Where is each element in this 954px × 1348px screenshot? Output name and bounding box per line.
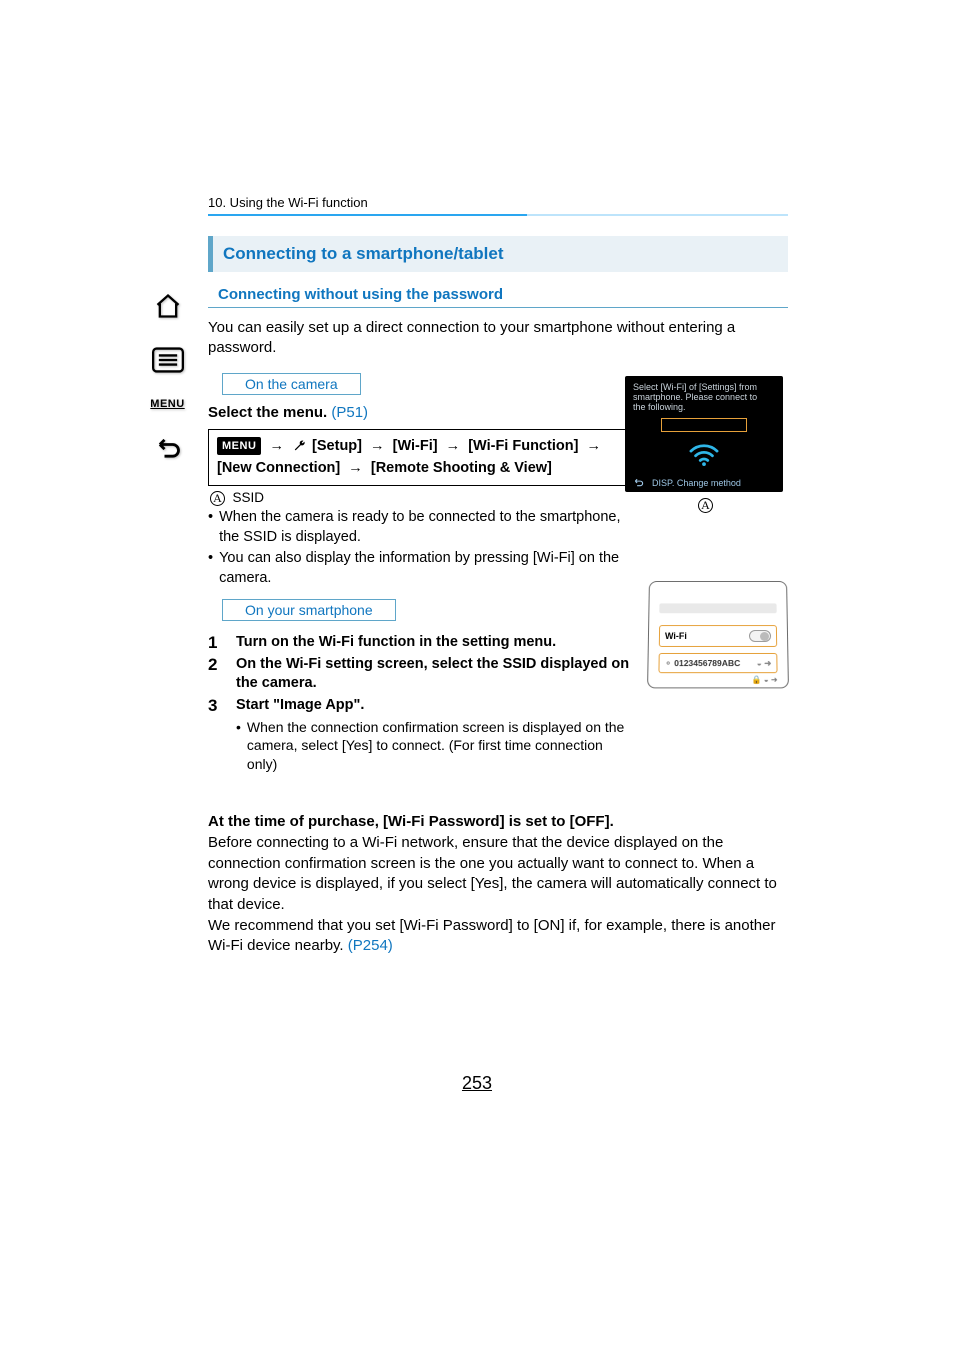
camera-fig-change: DISP. Change method <box>652 478 741 488</box>
toc-icon[interactable] <box>150 344 186 376</box>
purchase-note: At the time of purchase, [Wi-Fi Password… <box>208 812 788 957</box>
camera-screen-figure: Select [Wi-Fi] of [Settings] from smartp… <box>625 376 783 492</box>
menu-path-wifi-func: [Wi-Fi Function] <box>468 438 578 454</box>
page-number: 253 <box>0 1073 954 1094</box>
camera-fig-ssid-slot <box>661 418 747 432</box>
camera-fig-line3: the following. <box>633 402 775 412</box>
lock-icon: 🔒 ◒ ➜ <box>751 675 777 685</box>
home-icon[interactable] <box>150 290 186 322</box>
ssid-label: SSID <box>233 490 265 505</box>
camera-fig-line2: smartphone. Please connect to <box>633 392 775 402</box>
marker-a-fig-icon: A <box>698 498 713 513</box>
step-1-num: 1 <box>208 633 222 653</box>
toggle-icon <box>749 630 771 642</box>
menu-path-new-conn: [New Connection] <box>217 460 340 476</box>
phone-fig-row2: 🔒 ◒ ➜ <box>658 675 778 685</box>
step-3-text: Start "Image App". <box>236 697 364 713</box>
menu-icon-label: MENU <box>150 398 184 410</box>
main-content: 10. Using the Wi-Fi function Connecting … <box>208 195 788 957</box>
select-menu-link[interactable]: (P51) <box>331 404 368 421</box>
step-2-num: 2 <box>208 655 222 694</box>
wrench-icon <box>292 439 308 453</box>
on-smartphone-label: On your smartphone <box>222 599 396 621</box>
menu-icon[interactable]: MENU <box>150 398 186 410</box>
camera-fig-line1: Select [Wi-Fi] of [Settings] from <box>633 382 775 392</box>
menu-path-box: MENU → [Setup] → [Wi-Fi] → [Wi-Fi Functi… <box>208 429 628 487</box>
select-menu-text: Select the menu. <box>208 404 331 421</box>
camera-bullet-1-text: When the camera is ready to be connected… <box>219 508 628 547</box>
camera-bullet-2-text: You can also display the information by … <box>219 549 628 588</box>
menu-path-remote: [Remote Shooting & View] <box>371 460 552 476</box>
purchase-link[interactable]: (P254) <box>348 937 393 954</box>
back-icon[interactable] <box>150 432 186 464</box>
marker-a-icon: A <box>210 491 225 506</box>
camera-bullet-2: •You can also display the information by… <box>208 549 628 588</box>
step-3: 3 Start "Image App". •When the connectio… <box>208 696 788 774</box>
sidebar-nav: MENU <box>145 290 190 464</box>
phone-fig-ssid: ⚬ 0123456789ABC <box>665 658 741 669</box>
phone-fig-ssid-row: ⚬ 0123456789ABC ◒ ➜ <box>658 653 777 673</box>
phone-fig-wifi-label: Wi-Fi <box>665 631 687 641</box>
step-3-num: 3 <box>208 696 222 774</box>
chapter-label: 10. Using the Wi-Fi function <box>208 195 788 210</box>
subsection-title: Connecting without using the password <box>208 286 788 308</box>
on-camera-label: On the camera <box>222 373 361 395</box>
step-2-text: On the Wi-Fi setting screen, select the … <box>236 655 636 694</box>
camera-fig-marker: A <box>698 497 713 514</box>
camera-fig-bottom-bar: DISP. Change method <box>633 477 741 488</box>
camera-bullet-1: •When the camera is ready to be connecte… <box>208 508 628 547</box>
chapter-rule <box>208 214 788 216</box>
purchase-bold: At the time of purchase, [Wi-Fi Password… <box>208 813 614 830</box>
menu-path-wifi: [Wi-Fi] <box>393 438 438 454</box>
intro-text: You can easily set up a direct connectio… <box>208 318 788 359</box>
wifi-small-icon: ◒ ➜ <box>757 658 772 669</box>
purchase-body: Before connecting to a Wi-Fi network, en… <box>208 834 777 954</box>
step-3-sub-text: When the connection confirmation screen … <box>247 718 636 775</box>
step-1-text: Turn on the Wi-Fi function in the settin… <box>236 633 556 653</box>
section-title: Connecting to a smartphone/tablet <box>208 236 788 272</box>
menu-path-setup: [Setup] <box>312 438 362 454</box>
phone-fig-wifi-row: Wi-Fi <box>659 625 777 647</box>
menu-chip: MENU <box>217 437 261 456</box>
step-3-sub: •When the connection confirmation screen… <box>236 718 636 775</box>
wifi-icon <box>633 438 775 468</box>
step-3-body: Start "Image App". •When the connection … <box>236 696 636 774</box>
phone-figure: Wi-Fi ⚬ 0123456789ABC ◒ ➜ 🔒 ◒ ➜ <box>648 580 788 688</box>
